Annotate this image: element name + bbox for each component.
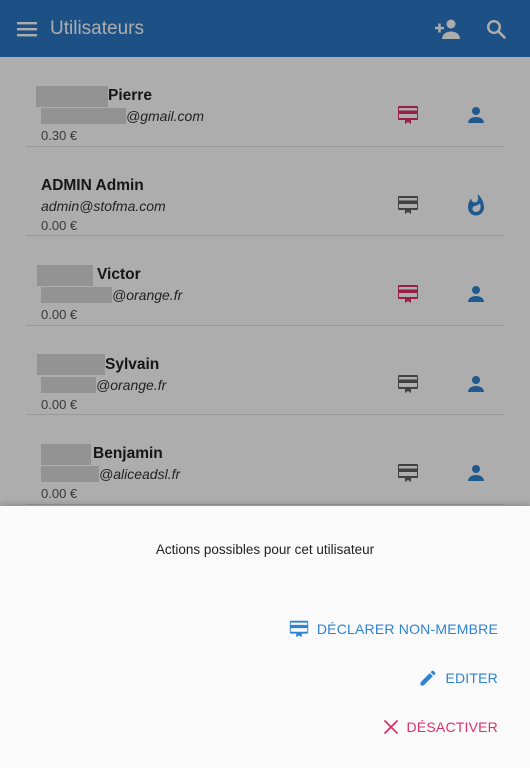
deactivate-label: DÉSACTIVER: [406, 719, 498, 735]
close-icon: [383, 720, 398, 734]
deactivate-button[interactable]: DÉSACTIVER: [382, 712, 498, 742]
edit-label: EDITER: [445, 670, 498, 686]
declare-non-member-label: DÉCLARER NON-MEMBRE: [316, 621, 498, 637]
declare-non-member-button[interactable]: DÉCLARER NON-MEMBRE: [288, 614, 498, 644]
card-membership-icon: [289, 620, 309, 638]
pencil-icon: [420, 670, 436, 686]
edit-button[interactable]: EDITER: [418, 663, 498, 693]
sheet-title: Actions possibles pour cet utilisateur: [155, 542, 375, 557]
bottom-sheet: Actions possibles pour cet utilisateur D…: [0, 506, 530, 768]
